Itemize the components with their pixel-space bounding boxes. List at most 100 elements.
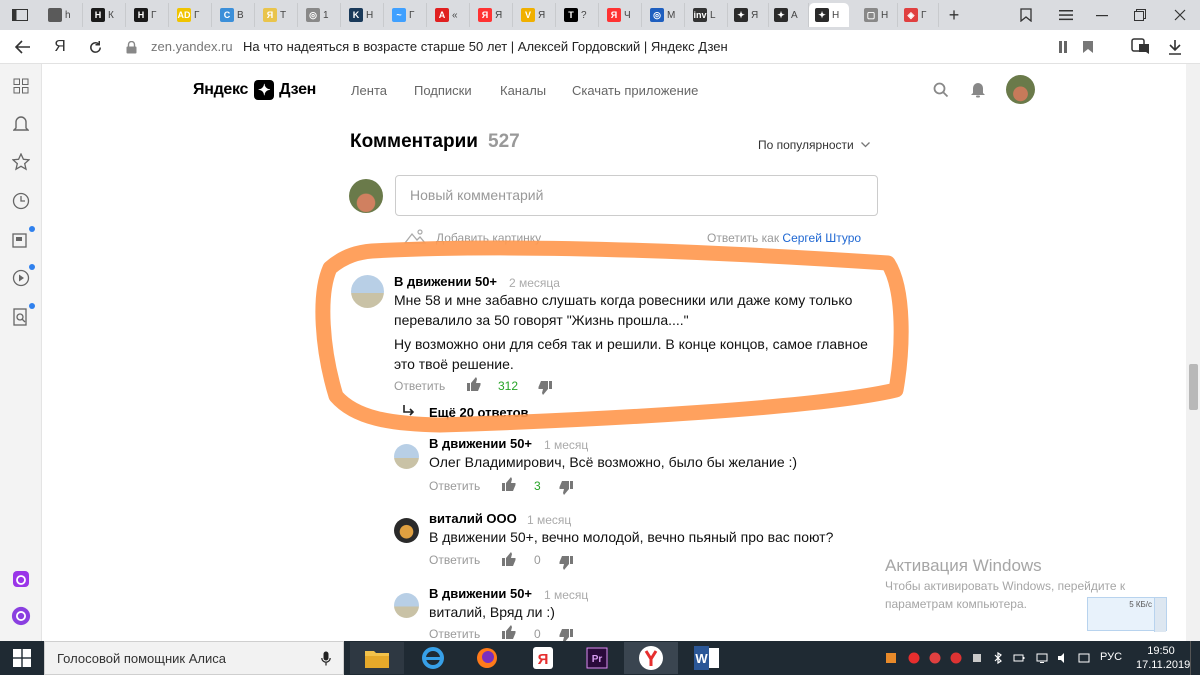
browser-tab[interactable]: НГ [128, 3, 169, 27]
speed-scroll[interactable] [1154, 598, 1166, 632]
comment-avatar[interactable] [351, 275, 384, 308]
close-window-button[interactable] [1160, 0, 1200, 30]
comment-avatar[interactable] [394, 593, 419, 618]
tray-icon[interactable] [950, 652, 962, 664]
like-icon[interactable] [501, 551, 517, 567]
taskbar-search[interactable]: Голосовой помощник Алиса [44, 641, 344, 675]
reply-button[interactable]: Ответить [429, 479, 480, 493]
video-icon[interactable] [11, 268, 31, 288]
browser-tab[interactable]: KН [343, 3, 384, 27]
show-desktop-button[interactable] [1190, 641, 1196, 675]
alice-app-icon[interactable] [11, 569, 31, 589]
premiere-icon[interactable]: Pr [570, 642, 624, 674]
browser-tab[interactable]: ЯТ [257, 3, 298, 27]
new-tab-button[interactable]: + [940, 0, 968, 30]
like-icon[interactable] [501, 624, 517, 640]
browser-tab[interactable]: ◎ 1 [300, 3, 341, 27]
zen-feed-icon[interactable] [11, 230, 31, 250]
reply-button[interactable]: Ответить [429, 627, 480, 641]
bookmarks-icon[interactable] [1006, 0, 1046, 30]
volume-icon[interactable] [1057, 652, 1069, 664]
nav-download-app[interactable]: Скачать приложение [572, 83, 698, 98]
tray-icon[interactable] [971, 652, 983, 664]
word-icon[interactable]: W [680, 642, 734, 674]
browser-tab[interactable]: ✦ Н [809, 3, 849, 27]
history-icon[interactable] [11, 191, 31, 211]
bookmark-page-icon[interactable] [1080, 36, 1096, 58]
page-title[interactable]: На что надеяться в возрасте старше 50 ле… [243, 39, 728, 54]
browser-tab[interactable]: ✦ А [768, 3, 809, 27]
page-scrollbar[interactable] [1186, 64, 1200, 641]
bluetooth-icon[interactable] [992, 652, 1004, 664]
tab-menu-icon[interactable] [0, 0, 40, 30]
dislike-icon[interactable] [558, 480, 574, 496]
firefox-icon[interactable] [460, 642, 514, 674]
browser-tab[interactable]: CВ [214, 3, 255, 27]
reply-button[interactable]: Ответить [394, 379, 445, 393]
apps-grid-icon[interactable] [11, 76, 31, 96]
browser-tab[interactable]: ▢ Н [858, 3, 898, 27]
network-speed-widget[interactable]: 5 КБ/с [1087, 597, 1167, 632]
user-avatar[interactable] [1006, 75, 1035, 104]
file-explorer-icon[interactable] [350, 642, 404, 674]
add-picture-link[interactable]: Добавить картинку [436, 231, 541, 245]
back-icon[interactable] [12, 36, 34, 58]
picture-icon[interactable] [403, 228, 427, 249]
browser-tab[interactable]: НК [85, 3, 126, 27]
search-icon[interactable] [933, 82, 949, 103]
like-icon[interactable] [501, 476, 517, 492]
yandex-alice-taskbar-icon[interactable] [624, 642, 678, 674]
zen-logo[interactable]: Яндекс ✦ Дзен [193, 79, 316, 101]
dislike-icon[interactable] [558, 555, 574, 571]
search-doc-icon[interactable] [11, 307, 31, 327]
scrollbar-thumb[interactable] [1189, 364, 1198, 410]
bell-icon[interactable] [11, 114, 31, 134]
comment-author[interactable]: виталий ООО [429, 511, 517, 526]
comment-author[interactable]: В движении 50+ [429, 436, 532, 451]
download-icon[interactable] [1164, 36, 1186, 58]
browser-tab[interactable]: ~ Г [386, 3, 427, 27]
tray-icon[interactable] [929, 652, 941, 664]
reply-as-user[interactable]: Сергей Штуро [782, 231, 861, 245]
clock[interactable]: 19:50 17.11.2019 [1136, 644, 1190, 672]
minimize-button[interactable] [1082, 0, 1122, 30]
nav-subscriptions[interactable]: Подписки [414, 83, 472, 98]
browser-tab[interactable]: VЯ [515, 3, 556, 27]
like-icon[interactable] [466, 376, 482, 392]
battery-icon[interactable] [1013, 652, 1025, 664]
notifications-bell-icon[interactable] [970, 81, 986, 103]
browser-tab[interactable]: h [42, 3, 83, 27]
yandex-home-icon[interactable]: Я [49, 36, 71, 58]
browser-tab[interactable]: T? [558, 3, 599, 27]
comment-avatar[interactable] [394, 518, 419, 543]
reload-icon[interactable] [84, 36, 106, 58]
browser-tab[interactable]: ✦ Я [728, 3, 769, 27]
dislike-icon[interactable] [537, 380, 553, 396]
input-language[interactable]: РУС [1100, 651, 1122, 663]
nav-feed[interactable]: Лента [351, 83, 387, 98]
restore-button[interactable] [1120, 0, 1160, 30]
comment-author[interactable]: В движении 50+ [394, 274, 497, 289]
comment-avatar[interactable] [394, 444, 419, 469]
lock-icon[interactable] [122, 36, 140, 58]
comment-author[interactable]: В движении 50+ [429, 586, 532, 601]
star-icon[interactable] [11, 152, 31, 172]
ie-icon[interactable] [406, 642, 460, 674]
browser-tab[interactable]: ◎ М [644, 3, 685, 27]
browser-tab[interactable]: A « [429, 3, 470, 27]
sort-dropdown[interactable]: По популярности [758, 138, 871, 152]
reader-mode-icon[interactable] [1056, 36, 1072, 58]
tray-icon[interactable] [885, 652, 897, 664]
yandex-tray-icon[interactable] [908, 652, 920, 664]
windows-start-icon[interactable] [0, 641, 44, 675]
nav-channels[interactable]: Каналы [500, 83, 546, 98]
reply-button[interactable]: Ответить [429, 553, 480, 567]
url-domain[interactable]: zen.yandex.ru [151, 39, 233, 54]
alice-voice-icon[interactable] [11, 606, 31, 626]
microphone-icon[interactable] [321, 651, 331, 666]
language-icon[interactable] [1078, 652, 1090, 664]
browser-tab[interactable]: ЯЧ [601, 3, 642, 27]
new-comment-input[interactable]: Новый комментарий [395, 175, 878, 216]
browser-tab[interactable]: ЯЯ [472, 3, 513, 27]
hamburger-menu-icon[interactable] [1046, 0, 1086, 30]
